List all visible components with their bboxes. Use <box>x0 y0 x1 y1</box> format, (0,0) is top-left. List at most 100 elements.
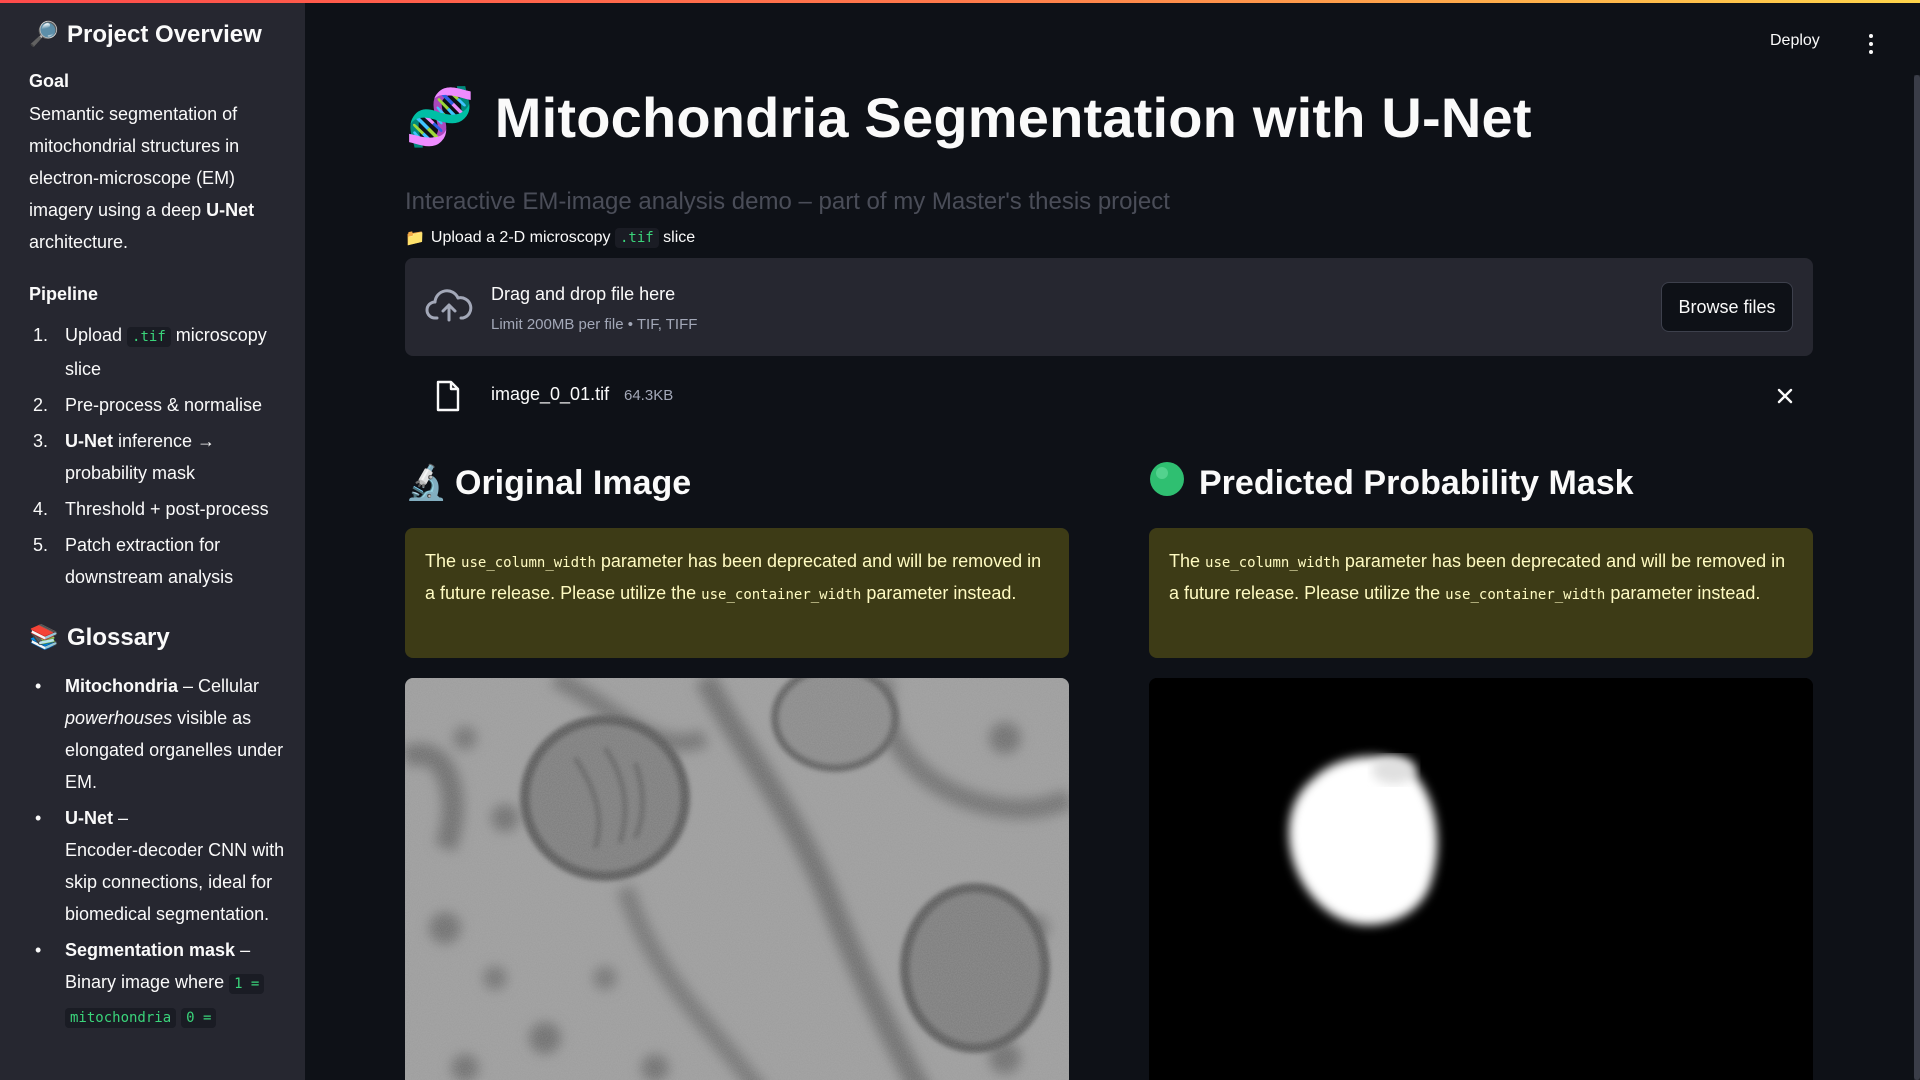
goal-text-bold: U-Net <box>206 200 255 220</box>
glossary-term: U-Net <box>65 808 113 828</box>
file-name: image_0_01.tif <box>491 384 610 404</box>
sidebar-title-text: Project Overview <box>67 20 262 48</box>
dna-icon: 🧬 <box>405 85 475 148</box>
upload-label: 📁 Upload a 2-D microscopy .tif slice <box>405 228 695 248</box>
dropzone-limit: Limit 200MB per file • TIF, TIFF <box>491 316 698 333</box>
glossary-part: – <box>113 808 129 828</box>
books-icon: 📚 <box>29 624 59 651</box>
sidebar-title: 🔎 Project Overview <box>29 20 285 49</box>
glossary-code: 0 = <box>181 1008 217 1028</box>
step-number: 5. <box>33 535 49 555</box>
glossary-part: – <box>235 940 251 960</box>
microscope-icon: 🔬 <box>405 464 448 502</box>
page-title-text: Mitochondria Segmentation with U-Net <box>494 85 1532 149</box>
deploy-button[interactable]: Deploy <box>1770 32 1820 50</box>
step-text: Pre-process & normalise <box>65 395 263 415</box>
predicted-mask-heading: Predicted Probability Mask <box>1149 458 1813 508</box>
glossary-code: mitochondria <box>65 1008 177 1028</box>
step-text: U-Net inference → probability mask <box>65 425 285 489</box>
glossary-text: Mitochondria – Cellular powerhouses visi… <box>65 670 285 798</box>
glossary-part: Encoder-decoder CNN with skip connection… <box>65 840 285 924</box>
glossary-text: U-Net – Encoder-decoder CNN with skip co… <box>65 802 285 930</box>
green-circle-graphic <box>1150 461 1184 496</box>
upload-label-part: slice <box>658 229 696 246</box>
pipeline-step: 1. Upload .tif microscopy slice <box>29 319 285 385</box>
glossary-item: • Mitochondria – Cellular powerhouses vi… <box>29 670 285 798</box>
step-text: Patch extraction for downstream analysis <box>65 535 234 587</box>
original-image-title: Original Image <box>455 463 692 502</box>
mask-graphic <box>1149 678 1813 1080</box>
goal-heading: Goal <box>29 71 70 91</box>
glossary-italic: powerhouses <box>65 708 173 728</box>
browse-files-button[interactable]: Browse files <box>1661 282 1793 332</box>
glossary-term: Segmentation mask <box>65 940 236 960</box>
green-circle-icon <box>1149 461 1189 506</box>
warning-text: The <box>425 551 462 571</box>
deprecation-warning: The use_column_width parameter has been … <box>1149 528 1813 658</box>
scrollbar[interactable] <box>1914 75 1920 1080</box>
page-subtitle: Interactive EM-image analysis demo – par… <box>405 188 1170 215</box>
step-code: .tif <box>127 327 171 347</box>
step-text: Upload .tif microscopy slice <box>65 319 285 385</box>
step-number: 1. <box>33 325 49 345</box>
magnifier-icon: 🔎 <box>29 21 59 48</box>
warning-code: use_container_width <box>1445 587 1606 603</box>
em-micrograph <box>405 678 1069 1080</box>
warning-code: use_column_width <box>461 555 596 571</box>
bullet-icon: • <box>35 808 42 828</box>
upload-label-part: Upload a 2-D microscopy <box>430 229 615 246</box>
warning-code: use_container_width <box>701 587 862 603</box>
glossary-item: • U-Net – Encoder-decoder CNN with skip … <box>29 802 285 930</box>
file-icon <box>436 380 460 412</box>
goal-text: Semantic segmentation of mitochondrial s… <box>29 98 285 258</box>
probability-mask-image <box>1149 678 1813 1080</box>
pipeline-step: 2. Pre-process & normalise <box>29 389 285 421</box>
bullet-icon: • <box>35 940 42 960</box>
pipeline-heading: Pipeline <box>29 284 99 304</box>
file-dropzone[interactable]: Drag and drop file here Limit 200MB per … <box>405 258 1813 356</box>
warning-text: The <box>1169 551 1206 571</box>
step-text-part: Upload <box>65 325 128 345</box>
uploaded-file-row: image_0_01.tif 64.3KB <box>405 372 1813 420</box>
step-bold: U-Net <box>65 431 113 451</box>
step-text: Threshold + post-process <box>65 499 269 519</box>
step-number: 4. <box>33 499 49 519</box>
page-title: 🧬 Mitochondria Segmentation with U-Net <box>405 84 1532 150</box>
predicted-mask-column: Predicted Probability Mask The use_colum… <box>1149 458 1813 1080</box>
pipeline-step: 4. Threshold + post-process <box>29 493 285 525</box>
sidebar: 🔎 Project Overview Goal Semantic segment… <box>0 0 305 1080</box>
glossary-item: • Segmentation mask – Binary image where… <box>29 934 285 1034</box>
glossary-term: Mitochondria <box>65 676 178 696</box>
warning-text: parameter instead. <box>861 583 1017 603</box>
glossary-heading-text: Glossary <box>67 623 170 651</box>
pipeline-step: 3. U-Net inference → probability mask <box>29 425 285 489</box>
warning-code: use_column_width <box>1205 555 1340 571</box>
original-image-column: 🔬 Original Image The use_column_width pa… <box>405 458 1069 1080</box>
upload-label-text: Upload a 2-D microscopy .tif slice <box>430 228 696 248</box>
original-em-image <box>405 678 1069 1080</box>
pipeline-list: 1. Upload .tif microscopy slice 2. Pre-p… <box>29 319 285 593</box>
close-icon[interactable] <box>1771 382 1799 410</box>
warning-text: parameter instead. <box>1605 583 1761 603</box>
scrollbar-thumb[interactable] <box>1914 75 1920 1080</box>
file-size: 64.3KB <box>624 387 674 404</box>
glossary-code: 1 = <box>229 974 265 994</box>
upload-label-code: .tif <box>615 228 659 248</box>
step-number: 3. <box>33 431 49 451</box>
glossary-text: Segmentation mask – Binary image where 1… <box>65 934 265 1034</box>
glossary-part: – Cellular <box>178 676 260 696</box>
original-image-heading: 🔬 Original Image <box>405 458 1069 508</box>
pipeline-step: 5. Patch extraction for downstream analy… <box>29 529 285 593</box>
top-decoration-bar <box>0 0 1920 3</box>
glossary-heading: 📚 Glossary <box>29 623 285 652</box>
glossary-part: Binary image where <box>65 972 230 992</box>
predicted-mask-title: Predicted Probability Mask <box>1199 463 1634 502</box>
step-number: 2. <box>33 395 49 415</box>
kebab-menu-icon[interactable] <box>1866 34 1876 54</box>
glossary-list: • Mitochondria – Cellular powerhouses vi… <box>29 670 285 1034</box>
folder-icon: 📁 <box>405 230 425 247</box>
dropzone-instruction: Drag and drop file here <box>491 284 676 304</box>
goal-text-part: architecture. <box>29 232 129 252</box>
cloud-upload-icon <box>425 289 473 322</box>
bullet-icon: • <box>35 676 42 696</box>
